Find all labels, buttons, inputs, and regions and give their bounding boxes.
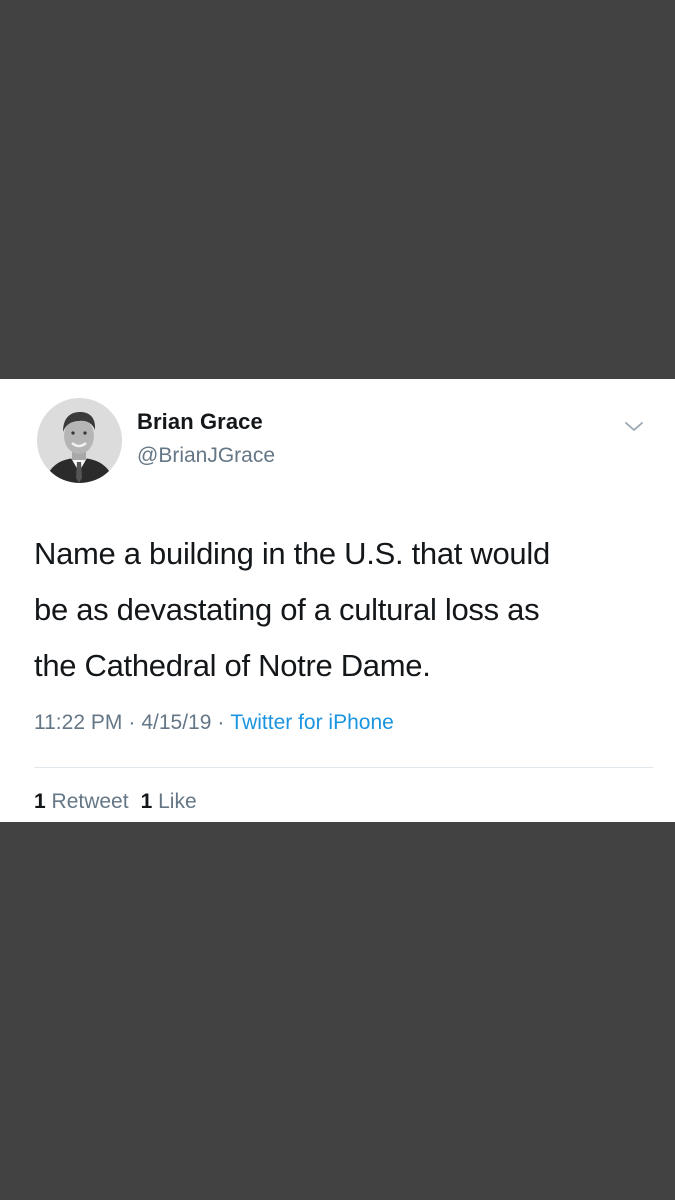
retweets-label: Retweet <box>51 790 129 813</box>
chevron-down-icon[interactable] <box>620 415 648 437</box>
tweet-text-line: Name a building in the U.S. that would <box>34 536 550 571</box>
retweets-stat[interactable]: 1 Retweet <box>34 790 129 813</box>
likes-label: Like <box>158 790 197 813</box>
tweet-date[interactable]: 4/15/19 <box>141 711 211 734</box>
meta-separator: · <box>128 711 136 734</box>
tweet-metadata: 11:22 PM · 4/15/19 · Twitter for iPhone <box>34 711 394 735</box>
likes-stat[interactable]: 1 Like <box>141 790 197 813</box>
retweets-count: 1 <box>34 790 46 813</box>
divider <box>34 767 653 768</box>
avatar[interactable] <box>37 398 122 483</box>
tweet-text-line: be as devastating of a cultural loss as <box>34 592 540 627</box>
tweet-text-line: the Cathedral of Notre Dame. <box>34 648 431 683</box>
tweet-source-link[interactable]: Twitter for iPhone <box>230 711 393 734</box>
meta-separator: · <box>217 711 225 734</box>
tweet-time[interactable]: 11:22 PM <box>34 711 122 734</box>
tweet-text: Name a building in the U.S. that would b… <box>34 526 644 694</box>
likes-count: 1 <box>140 790 153 813</box>
tweet-card: Brian Grace @BrianJGrace Name a building… <box>0 379 675 822</box>
author-handle[interactable]: @BrianJGrace <box>137 444 275 468</box>
author-display-name[interactable]: Brian Grace <box>137 409 263 435</box>
profile-photo-icon <box>37 398 122 483</box>
tweet-stats: 1 Retweet 1 Like <box>34 790 197 814</box>
